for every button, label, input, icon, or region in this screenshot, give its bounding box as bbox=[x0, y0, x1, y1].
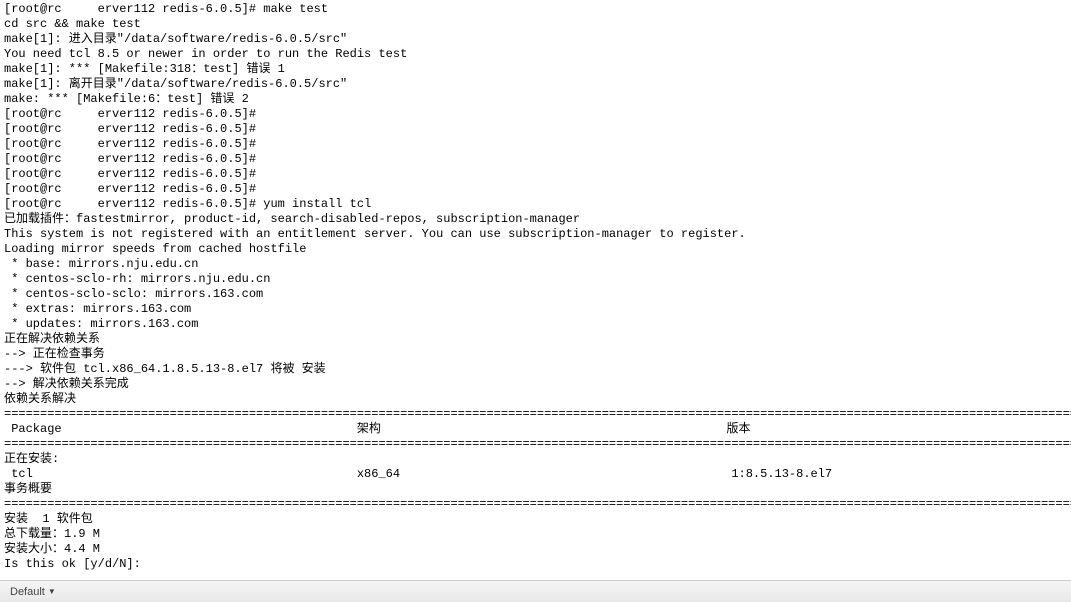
redacted-text bbox=[62, 167, 98, 181]
terminal-line: 安装 1 软件包 bbox=[4, 512, 1067, 527]
terminal-output[interactable]: [root@rc erver112 redis-6.0.5]# make tes… bbox=[0, 0, 1071, 574]
redacted-text bbox=[62, 197, 98, 211]
terminal-line: [root@rc erver112 redis-6.0.5]# bbox=[4, 122, 1067, 137]
terminal-line: make: *** [Makefile:6：test] 错误 2 bbox=[4, 92, 1067, 107]
terminal-line: --> 解决依赖关系完成 bbox=[4, 377, 1067, 392]
terminal-line: 依赖关系解决 bbox=[4, 392, 1067, 407]
terminal-line: * centos-sclo-sclo: mirrors.163.com bbox=[4, 287, 1067, 302]
encoding-selector[interactable]: Default ▼ bbox=[6, 585, 60, 599]
terminal-line: You need tcl 8.5 or newer in order to ru… bbox=[4, 47, 1067, 62]
terminal-line: * extras: mirrors.163.com bbox=[4, 302, 1067, 317]
terminal-line: [root@rc erver112 redis-6.0.5]# yum inst… bbox=[4, 197, 1067, 212]
terminal-line: [root@rc erver112 redis-6.0.5]# bbox=[4, 182, 1067, 197]
terminal-line: [root@rc erver112 redis-6.0.5]# make tes… bbox=[4, 2, 1067, 17]
terminal-line: [root@rc erver112 redis-6.0.5]# bbox=[4, 167, 1067, 182]
terminal-line: cd src && make test bbox=[4, 17, 1067, 32]
status-bar: Default ▼ bbox=[0, 580, 1071, 602]
terminal-line: Is this ok [y/d/N]: bbox=[4, 557, 1067, 572]
terminal-line: ========================================… bbox=[4, 437, 1067, 452]
terminal-line: make[1]: 离开目录"/data/software/redis-6.0.5… bbox=[4, 77, 1067, 92]
terminal-line: 事务概要 bbox=[4, 482, 1067, 497]
redacted-text bbox=[62, 122, 98, 136]
redacted-text bbox=[62, 152, 98, 166]
redacted-text bbox=[62, 182, 98, 196]
terminal-line: Package 架构 版本 bbox=[4, 422, 1067, 437]
chevron-down-icon: ▼ bbox=[48, 587, 56, 596]
redacted-text bbox=[62, 107, 98, 121]
terminal-line: ========================================… bbox=[4, 497, 1067, 512]
redacted-text bbox=[62, 2, 98, 16]
terminal-line: [root@rc erver112 redis-6.0.5]# bbox=[4, 107, 1067, 122]
terminal-line: * updates: mirrors.163.com bbox=[4, 317, 1067, 332]
terminal-line: Loading mirror speeds from cached hostfi… bbox=[4, 242, 1067, 257]
terminal-line: 正在安装: bbox=[4, 452, 1067, 467]
terminal-line: 总下载量：1.9 M bbox=[4, 527, 1067, 542]
terminal-line: --> 正在检查事务 bbox=[4, 347, 1067, 362]
terminal-line: [root@rc erver112 redis-6.0.5]# bbox=[4, 137, 1067, 152]
terminal-line: This system is not registered with an en… bbox=[4, 227, 1067, 242]
encoding-label: Default bbox=[10, 586, 45, 598]
terminal-line: 正在解决依赖关系 bbox=[4, 332, 1067, 347]
terminal-line: [root@rc erver112 redis-6.0.5]# bbox=[4, 152, 1067, 167]
terminal-line: * base: mirrors.nju.edu.cn bbox=[4, 257, 1067, 272]
terminal-line: 已加载插件：fastestmirror, product-id, search-… bbox=[4, 212, 1067, 227]
redacted-text bbox=[62, 137, 98, 151]
terminal-line: make[1]: *** [Makefile:318：test] 错误 1 bbox=[4, 62, 1067, 77]
terminal-line: ---> 软件包 tcl.x86_64.1.8.5.13-8.el7 将被 安装 bbox=[4, 362, 1067, 377]
terminal-line: tcl x86_64 1:8.5.13-8.el7 bbox=[4, 467, 1067, 482]
terminal-line: make[1]: 进入目录"/data/software/redis-6.0.5… bbox=[4, 32, 1067, 47]
terminal-line: 安装大小：4.4 M bbox=[4, 542, 1067, 557]
terminal-line: ========================================… bbox=[4, 407, 1067, 422]
terminal-line: * centos-sclo-rh: mirrors.nju.edu.cn bbox=[4, 272, 1067, 287]
